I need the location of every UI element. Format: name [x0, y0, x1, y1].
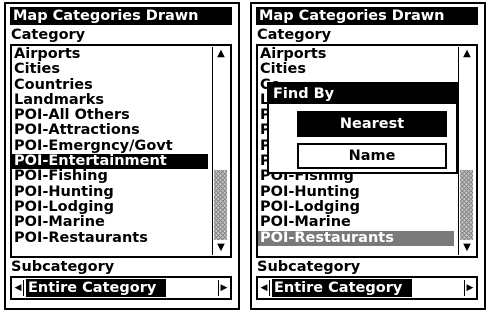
list-item[interactable]: POI-Marine — [12, 215, 208, 230]
list-item[interactable]: POI-Fishing — [12, 169, 208, 184]
name-button[interactable]: Name — [297, 143, 447, 169]
scroll-up-arrow-icon[interactable]: ▲ — [213, 47, 229, 61]
list-item[interactable]: POI-Lodging — [258, 200, 454, 215]
list-item[interactable]: POI-Restaurants — [258, 230, 454, 246]
scrollbar[interactable]: ▲ ▼ — [212, 47, 229, 255]
list-item[interactable]: POI-All Others — [12, 108, 208, 123]
subcategory-label: Subcategory — [11, 259, 115, 275]
scrollbar-thumb[interactable] — [214, 170, 227, 240]
list-item[interactable]: POI-Lodging — [12, 200, 208, 215]
list-item[interactable]: POI-Restaurants — [12, 231, 208, 246]
subcategory-value[interactable]: Entire Category — [272, 279, 412, 297]
subcategory-prev-arrow-icon[interactable]: ◀ — [13, 280, 24, 296]
subcategory-selector[interactable]: ◀ Entire Category ▶ — [10, 276, 232, 300]
list-item[interactable]: POI-Emergncy/Govt — [12, 139, 208, 154]
list-item[interactable]: POI-Marine — [258, 215, 454, 230]
nearest-button[interactable]: Nearest — [297, 111, 447, 137]
subcategory-value[interactable]: Entire Category — [26, 279, 166, 297]
list-item[interactable]: POI-Hunting — [258, 185, 454, 200]
subcategory-selector[interactable]: ◀ Entire Category ▶ — [256, 276, 478, 300]
list-item[interactable]: Landmarks — [12, 93, 208, 108]
category-label: Category — [257, 27, 332, 43]
list-item[interactable]: Airports — [12, 47, 208, 62]
map-categories-screen-left: Map Categories Drawn Category Airports Ci… — [4, 2, 240, 310]
list-item[interactable]: Countries — [12, 78, 208, 93]
scroll-down-arrow-icon[interactable]: ▼ — [213, 241, 229, 255]
list-item[interactable]: Airports — [258, 47, 454, 62]
scroll-down-arrow-icon[interactable]: ▼ — [459, 241, 475, 255]
category-list[interactable]: Airports Cities Countries Landmarks POI-All … — [10, 44, 232, 258]
window-title: Map Categories Drawn — [10, 7, 232, 25]
list-item[interactable]: Cities — [258, 62, 454, 77]
subcategory-label: Subcategory — [257, 259, 361, 275]
map-categories-screen-right: Map Categories Drawn Category Airports Ci… — [250, 2, 486, 310]
popup-title: Find By — [269, 84, 456, 104]
subcategory-next-arrow-icon[interactable]: ▶ — [218, 280, 229, 296]
subcategory-next-arrow-icon[interactable]: ▶ — [464, 280, 475, 296]
list-item[interactable]: Cities — [12, 62, 208, 77]
window-title: Map Categories Drawn — [256, 7, 478, 25]
category-list-items: Airports Cities Countries Landmarks POI-All … — [12, 47, 208, 246]
scrollbar[interactable]: ▲ ▼ — [458, 47, 475, 255]
list-item[interactable]: POI-Hunting — [12, 185, 208, 200]
scroll-up-arrow-icon[interactable]: ▲ — [459, 47, 475, 61]
list-item[interactable]: POI-Attractions — [12, 123, 208, 138]
category-label: Category — [11, 27, 86, 43]
subcategory-prev-arrow-icon[interactable]: ◀ — [259, 280, 270, 296]
find-by-popup: Find By Nearest Name — [267, 82, 458, 174]
list-item[interactable]: POI-Entertainment — [12, 154, 208, 170]
scrollbar-thumb[interactable] — [460, 170, 473, 240]
